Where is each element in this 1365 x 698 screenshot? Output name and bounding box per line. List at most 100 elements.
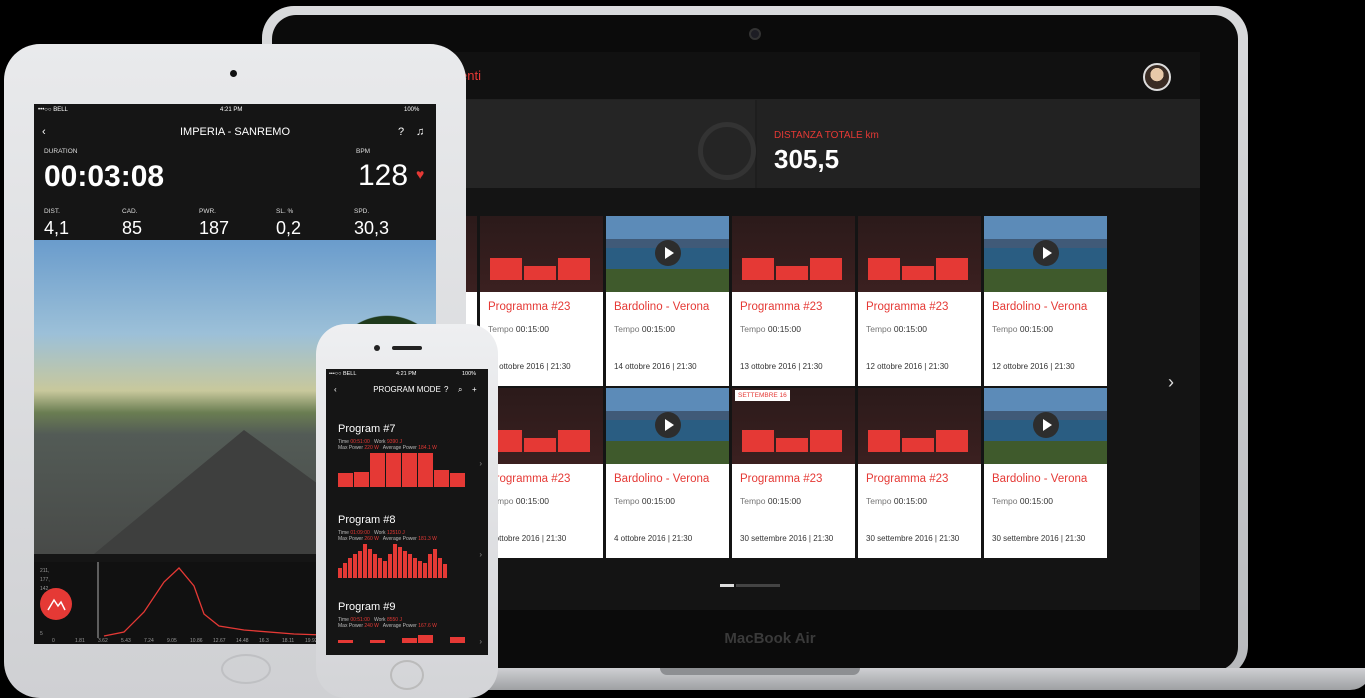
chevron-right-icon[interactable]: › xyxy=(479,550,482,559)
power-bar xyxy=(402,638,417,643)
program-max-power: 260 W xyxy=(364,536,379,542)
chevron-right-icon[interactable]: › xyxy=(1168,372,1174,393)
month-tag: SETTEMBRE 16 xyxy=(735,390,790,401)
metric-label: PWR. xyxy=(199,208,216,215)
duration-label: Tempo xyxy=(740,324,766,334)
x-tick-label: 9.05 xyxy=(167,638,177,644)
session-card[interactable]: Programma #23 Tempo 00:15:00 30 settembre … xyxy=(858,388,981,558)
stat-value: 305,5 xyxy=(774,144,840,174)
card-date: 13 ottobre 2016 | 21:30 xyxy=(740,362,823,371)
program-bar xyxy=(868,258,900,280)
session-card[interactable]: Programma #23 Tempo 00:15:00 5 ottobre 201… xyxy=(480,388,603,558)
session-card[interactable]: Bardolino - Verona Tempo 00:15:00 4 ottobr… xyxy=(606,388,729,558)
back-icon[interactable]: ‹ xyxy=(334,385,337,394)
music-icon[interactable]: ♫ xyxy=(416,126,424,138)
power-bar xyxy=(348,557,352,578)
card-title: Bardolino - Verona xyxy=(992,473,1088,485)
power-bar xyxy=(370,453,385,487)
power-bar xyxy=(368,549,372,578)
duration-value: 00:15:00 xyxy=(767,496,801,506)
search-icon[interactable]: ⌕ xyxy=(458,385,462,395)
session-card[interactable]: SETTEMBRE 16 Programma #23 Tempo 00:15:00 3… xyxy=(732,388,855,558)
session-card[interactable]: Programma #23 Tempo 00:15:00 15 ottobre 20… xyxy=(480,216,603,386)
power-bar xyxy=(370,640,385,643)
duration-value: 00:15:00 xyxy=(767,324,801,334)
program-item[interactable]: Program #8 Time 01:09:00 Work 12510 J Max … xyxy=(326,514,488,602)
power-bar xyxy=(354,471,369,487)
card-date: 30 settembre 2016 | 21:30 xyxy=(992,534,1086,543)
help-icon[interactable]: ? xyxy=(444,385,448,394)
program-title: Program #7 xyxy=(338,423,396,435)
program-item[interactable]: Program #9 Time 00:51:00 Work 8550 J Max P… xyxy=(326,601,488,655)
x-tick-label: 1.81 xyxy=(75,638,85,644)
program-bar xyxy=(936,430,968,452)
session-card[interactable]: Bardolino - Verona Tempo 00:15:00 14 ottob… xyxy=(606,216,729,386)
program-bar xyxy=(810,430,842,452)
card-date: 30 settembre 2016 | 21:30 xyxy=(740,534,834,543)
carrier: •••○○ BELL xyxy=(329,371,357,377)
video-thumbnail xyxy=(984,388,1107,464)
session-card[interactable]: Programma #23 Tempo 00:15:00 13 ottobre 20… xyxy=(732,216,855,386)
nav-bar: ‹ PROGRAM MODE ? ⌕ + xyxy=(326,385,488,394)
power-bar xyxy=(402,453,417,487)
help-icon[interactable]: ? xyxy=(398,126,404,138)
program-stats: Time 00:51:00 Work 9390 J Max Power 220 W… xyxy=(338,439,437,451)
card-date: 5 ottobre 2016 | 21:30 xyxy=(488,534,567,543)
bpm-value: 128 xyxy=(358,159,409,192)
power-bar xyxy=(363,544,367,578)
power-bar xyxy=(378,557,382,578)
power-bar xyxy=(373,554,377,578)
mountain-icon[interactable] xyxy=(40,588,72,620)
card-duration: Tempo 00:15:00 xyxy=(614,496,675,506)
power-bar xyxy=(443,564,447,578)
video-thumbnail xyxy=(984,216,1107,292)
pagination-dots[interactable] xyxy=(720,584,780,587)
session-card[interactable]: Bardolino - Verona Tempo 00:15:00 30 sette… xyxy=(984,388,1107,558)
x-tick-label: 18.11 xyxy=(282,638,294,644)
session-card[interactable]: Programma #23 Tempo 00:15:00 12 ottobre 20… xyxy=(858,216,981,386)
metric-label: SL. % xyxy=(276,208,294,215)
chevron-right-icon[interactable]: › xyxy=(479,637,482,646)
card-date: 15 ottobre 2016 | 21:30 xyxy=(488,362,571,371)
session-card[interactable]: Bardolino - Verona Tempo 00:15:00 12 ottob… xyxy=(984,216,1107,386)
iphone-screen: •••○○ BELL 4:21 PM 100% ‹ PROGRAM MODE ?… xyxy=(326,369,488,655)
power-bar xyxy=(358,550,362,578)
program-bar xyxy=(524,266,556,280)
card-duration: Tempo 00:15:00 xyxy=(740,324,801,334)
status-bar: •••○○ BELL 4:21 PM 100% xyxy=(34,104,436,118)
ipad-camera xyxy=(230,70,237,77)
metric-label: CAD. xyxy=(122,208,138,215)
x-tick-label: 16.3 xyxy=(259,638,269,644)
play-icon[interactable] xyxy=(655,412,681,438)
card-title: Programma #23 xyxy=(866,473,949,485)
duration-label: Tempo xyxy=(866,324,892,334)
duration-label: Tempo xyxy=(614,324,640,334)
iphone-home-button[interactable] xyxy=(390,660,424,690)
power-bar xyxy=(338,567,342,578)
power-bar xyxy=(403,550,407,578)
program-bar xyxy=(810,258,842,280)
program-bar xyxy=(936,258,968,280)
back-icon[interactable]: ‹ xyxy=(42,126,46,138)
card-title: Bardolino - Verona xyxy=(614,301,710,313)
user-avatar[interactable] xyxy=(1143,63,1171,91)
chevron-right-icon[interactable]: › xyxy=(479,459,482,468)
metric-label: SPD. xyxy=(354,208,370,215)
play-icon[interactable] xyxy=(1033,240,1059,266)
power-bar xyxy=(423,562,427,578)
play-icon[interactable] xyxy=(1033,412,1059,438)
duration-value: 00:15:00 xyxy=(641,324,675,334)
duration-value: 00:15:00 xyxy=(641,496,675,506)
x-tick-label: 14.48 xyxy=(236,638,249,644)
video-thumbnail xyxy=(606,216,729,292)
add-icon[interactable]: + xyxy=(472,385,477,394)
program-bar xyxy=(902,438,934,452)
power-bar xyxy=(413,557,417,578)
ipad-home-button[interactable] xyxy=(221,654,271,684)
play-icon[interactable] xyxy=(655,240,681,266)
card-date: 12 ottobre 2016 | 21:30 xyxy=(992,362,1075,371)
duration-label: Tempo xyxy=(614,496,640,506)
program-bar xyxy=(742,430,774,452)
program-item[interactable]: Program #7 Time 00:51:00 Work 9390 J Max P… xyxy=(326,423,488,511)
program-stats: Time 00:51:00 Work 8550 J Max Power 240 W… xyxy=(338,617,437,629)
